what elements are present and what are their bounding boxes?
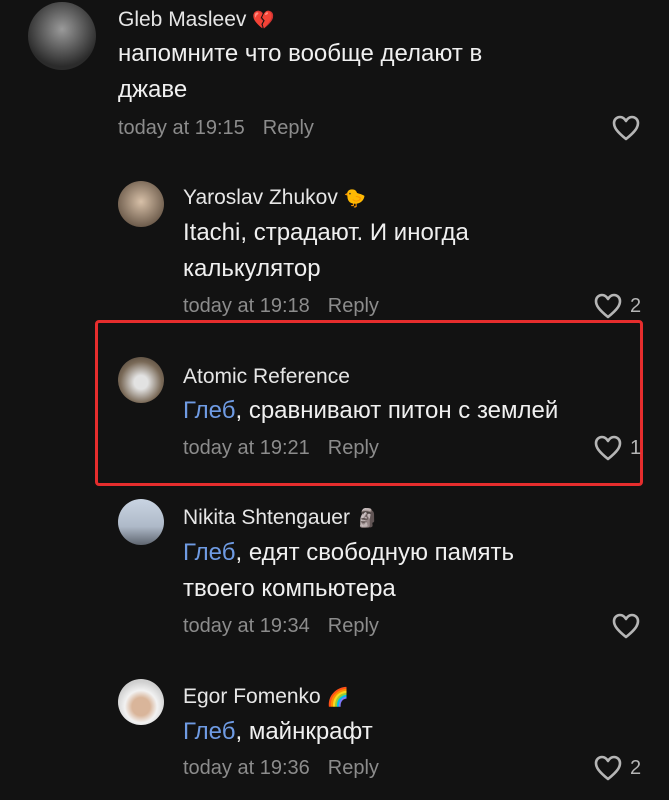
reply-button[interactable]: Reply xyxy=(263,117,314,139)
timestamp: today at 19:18 xyxy=(183,295,310,317)
reply-button[interactable]: Reply xyxy=(328,757,379,779)
mention-link[interactable]: Глеб xyxy=(183,397,235,424)
reply-button[interactable]: Reply xyxy=(328,295,379,317)
mention-link[interactable]: Глеб xyxy=(183,718,235,745)
reply-button[interactable]: Reply xyxy=(328,437,379,459)
avatar[interactable] xyxy=(118,181,164,227)
avatar[interactable] xyxy=(118,679,164,725)
like-count: 2 xyxy=(630,756,642,779)
timestamp: today at 19:34 xyxy=(183,615,310,637)
avatar[interactable] xyxy=(28,2,96,70)
like-button[interactable] xyxy=(612,115,640,141)
heart-icon xyxy=(612,115,640,141)
rainbow-emoji: 🌈 xyxy=(326,687,350,707)
comment-text: Глеб, майнкрафт xyxy=(183,718,373,745)
comment-meta: today at 19:18 Reply xyxy=(183,295,379,318)
mention-link[interactable]: Глеб xyxy=(183,539,235,566)
heart-icon xyxy=(594,293,622,319)
comment-meta: today at 19:36 Reply xyxy=(183,757,379,780)
comment-author[interactable]: Atomic Reference xyxy=(183,365,350,389)
like-button[interactable]: 2 xyxy=(594,755,641,781)
timestamp: today at 19:36 xyxy=(183,757,310,779)
heart-icon xyxy=(594,435,622,461)
like-button[interactable] xyxy=(612,613,640,639)
comment-author[interactable]: Nikita Shtengauer 🗿 xyxy=(183,506,378,530)
like-button[interactable]: 2 xyxy=(594,293,641,319)
timestamp: today at 19:21 xyxy=(183,437,310,459)
avatar[interactable] xyxy=(118,357,164,403)
moai-emoji: 🗿 xyxy=(355,508,379,528)
reply-button[interactable]: Reply xyxy=(328,615,379,637)
heart-icon xyxy=(612,613,640,639)
like-count: 2 xyxy=(630,294,642,317)
timestamp: today at 19:15 xyxy=(118,117,245,139)
avatar[interactable] xyxy=(118,499,164,545)
comment-meta: today at 19:21 Reply xyxy=(183,437,379,460)
comment-text: напомните что вообще делают в джаве xyxy=(118,40,483,103)
heart-icon xyxy=(594,755,622,781)
like-button[interactable]: 1 xyxy=(594,435,641,461)
broken-heart-emoji: 💔 xyxy=(252,10,275,30)
comment-text: Глеб, сравнивают питон с землей xyxy=(183,397,559,424)
comment-author[interactable]: Egor Fomenko 🌈 xyxy=(183,685,349,709)
comment-meta: today at 19:34 Reply xyxy=(183,615,379,638)
comment-author[interactable]: Yaroslav Zhukov 🐤 xyxy=(183,186,366,210)
comment-text: Itachi, страдают. И иногда калькулятор xyxy=(183,219,469,282)
comment-meta: today at 19:15 Reply xyxy=(118,117,314,140)
comment-text: Глеб, едят свободную память твоего компь… xyxy=(183,539,514,602)
comment-author[interactable]: Gleb Masleev 💔 xyxy=(118,8,275,32)
like-count: 1 xyxy=(630,436,642,459)
chick-emoji: 🐤 xyxy=(343,188,367,208)
